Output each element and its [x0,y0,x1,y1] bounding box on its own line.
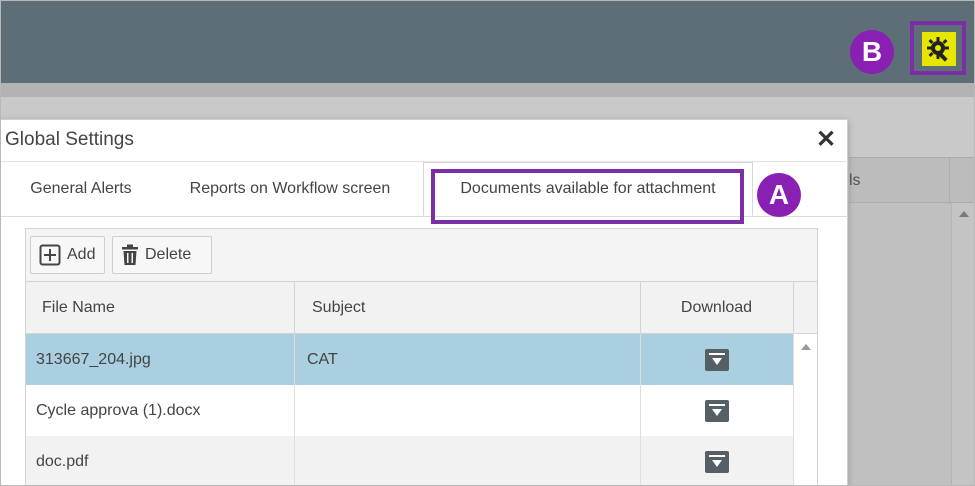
close-icon[interactable]: ✕ [813,126,839,154]
background-column-divider [949,158,950,204]
background-scrollbar [951,203,974,485]
tab-general-alerts[interactable]: General Alerts [11,162,151,216]
column-divider [294,334,295,485]
table-row[interactable]: Cycle approva (1).docx [26,385,793,436]
cell-file-name: doc.pdf [36,452,89,470]
tab-highlight-box [431,169,744,224]
add-button[interactable]: Add [30,236,105,274]
background-table-header: ls [849,157,974,204]
download-cell [640,385,793,436]
download-cell [640,436,793,485]
delete-button[interactable]: Delete [112,236,212,274]
download-cell [640,334,793,385]
cell-file-name: 313667_204.jpg [36,350,151,368]
grid-toolbar: Add Delete [26,229,817,282]
column-header-download[interactable]: Download [640,282,793,334]
vertical-scrollbar[interactable] [793,334,817,485]
cell-file-name: Cycle approva (1).docx [36,401,201,419]
screenshot-frame: ls B Global Settings ✕ General Alerts Re… [0,0,975,486]
plus-box-icon [39,244,61,266]
scroll-up-arrow-icon [959,211,969,217]
table-row[interactable]: 313667_204.jpg CAT [26,334,793,385]
dialog-title: Global Settings [5,129,134,150]
annotation-badge-b: B [850,30,894,74]
documents-grid: Add Delete File Name Subject Download 31… [25,228,818,485]
tab-reports-workflow[interactable]: Reports on Workflow screen [161,162,419,216]
scroll-up-arrow-icon[interactable] [801,344,811,350]
column-header-subject[interactable]: Subject [312,282,365,334]
download-icon[interactable] [704,399,729,422]
cell-subject: CAT [307,350,338,368]
page-toolbar-strip [1,83,974,97]
column-divider [294,282,295,334]
add-button-label: Add [67,246,96,263]
table-body: 313667_204.jpg CAT Cycle approva (1).doc… [26,334,817,485]
header-scroll-spacer [793,282,817,334]
trash-icon [121,244,139,266]
column-header-file-name[interactable]: File Name [42,282,115,334]
delete-button-label: Delete [145,246,192,263]
table-row[interactable]: doc.pdf [26,436,793,485]
settings-highlight-box [910,21,966,75]
download-icon[interactable] [704,450,729,473]
gear-wrench-icon[interactable] [922,32,956,66]
annotation-badge-a: A [757,173,801,217]
gear-wrench-svg [927,37,949,62]
table-header: File Name Subject Download [26,282,817,334]
app-header-bar [1,1,974,83]
download-icon[interactable] [704,348,729,371]
background-column-label: ls [849,172,861,189]
column-divider [640,334,641,485]
